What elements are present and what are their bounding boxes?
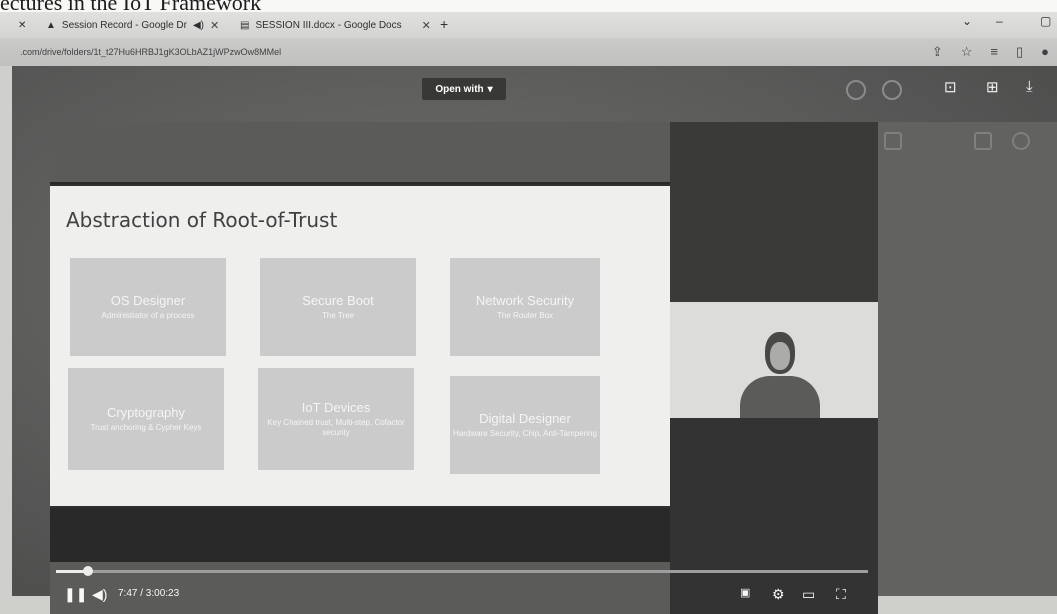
close-tab-icon[interactable]: ✕ xyxy=(210,19,219,32)
progress-bar[interactable] xyxy=(56,566,868,576)
browser-tab-bar: ✕ ▲ Session Record - Google Dr ◀) ✕ ▤ SE… xyxy=(0,12,1057,38)
card-title: Cryptography xyxy=(106,404,186,420)
speaker-icon: ◀) xyxy=(192,19,204,31)
progress-knob[interactable] xyxy=(83,566,94,576)
open-with-label: Open with xyxy=(435,83,484,95)
captions-icon[interactable]: ▣ xyxy=(740,586,750,599)
card-subtitle: Trust anchoring & Cypher Keys xyxy=(90,422,202,432)
dim-panel-icon xyxy=(1012,132,1030,150)
slide-title: Abstraction of Root-of-Trust xyxy=(66,208,338,232)
video-controls: ❚❚ ◀) 7:47 / 3:00:23 ▣ ⚙ ▭ ⛶ xyxy=(50,562,878,614)
dimmed-side-panel xyxy=(878,122,1057,596)
share-icon[interactable]: ⇪ xyxy=(932,44,943,60)
fullscreen-icon[interactable]: ⛶ xyxy=(836,586,846,603)
slide-card: Digital Designer Hardware Security, Chip… xyxy=(450,376,600,474)
video-time: 7:47 / 3:00:23 xyxy=(118,588,180,599)
card-title: Secure Boot xyxy=(302,292,374,308)
slide-card: IoT Devices Key Chained trust, Multi-ste… xyxy=(258,368,414,470)
presenter-body xyxy=(740,376,820,418)
card-subtitle: The Tree xyxy=(321,310,354,320)
drive-icon: ▲ xyxy=(46,19,56,31)
video-top-area xyxy=(50,122,670,182)
pause-icon[interactable]: ❚❚ xyxy=(64,586,87,603)
star-icon[interactable]: ☆ xyxy=(961,44,973,60)
presentation-slide: Abstraction of Root-of-Trust OS Designer… xyxy=(50,184,670,508)
dim-panel-icon xyxy=(884,132,902,150)
tab-label: Session Record - Google Dr xyxy=(61,19,187,31)
card-title: OS Designer xyxy=(110,292,186,308)
add-to-drive-icon[interactable]: ⊡ xyxy=(944,78,957,96)
card-title: Network Security xyxy=(475,292,575,308)
volume-icon[interactable]: ◀) xyxy=(92,586,107,603)
close-tab-icon[interactable]: ✕ xyxy=(422,19,431,32)
docs-icon: ▤ xyxy=(240,19,250,31)
close-tab-icon[interactable]: ✕ xyxy=(18,16,26,34)
video-player[interactable]: Abstraction of Root-of-Trust OS Designer… xyxy=(50,122,878,614)
slide-card: OS Designer Administrator of a process xyxy=(70,258,226,356)
drive-file-viewer: Open with ▾ ⊡ ⊞ ⤓ Abstraction of Root-of… xyxy=(12,66,1057,614)
reading-list-icon[interactable]: ≡ xyxy=(990,44,998,60)
settings-gear-icon[interactable]: ⚙ xyxy=(772,586,785,603)
presenter-face xyxy=(770,342,790,370)
dim-control-icon xyxy=(882,80,902,100)
side-panel-icon[interactable]: ▯ xyxy=(1016,44,1023,60)
video-side-panel xyxy=(670,122,878,302)
dim-control-icon xyxy=(846,80,866,100)
download-icon[interactable]: ⤓ xyxy=(1026,78,1033,95)
tab-session-record[interactable]: ▲ Session Record - Google Dr ◀) ✕ xyxy=(46,16,219,34)
maximize-icon[interactable]: ▢ xyxy=(1040,14,1051,28)
address-bar-icons: ⇪ ☆ ≡ ▯ ● xyxy=(932,44,1049,60)
chevron-down-icon: ▾ xyxy=(487,83,493,95)
slide-card: Secure Boot The Tree xyxy=(260,258,416,356)
card-title: IoT Devices xyxy=(301,399,371,415)
tab-search-chevron-icon[interactable]: ⌄ xyxy=(962,14,972,28)
open-new-window-icon[interactable]: ⊞ xyxy=(986,78,999,96)
card-title: Digital Designer xyxy=(479,410,571,426)
slide-card: Cryptography Trust anchoring & Cypher Ke… xyxy=(68,368,224,470)
dim-panel-icon xyxy=(974,132,992,150)
card-subtitle: Administrator of a process xyxy=(101,310,195,320)
tab-label: SESSION III.docx - Google Docs xyxy=(255,19,402,31)
address-bar: .com/drive/folders/1t_t27Hu6HRBJ1gK3OLbA… xyxy=(0,38,1057,66)
url-field[interactable]: .com/drive/folders/1t_t27Hu6HRBJ1gK3OLbA… xyxy=(20,47,281,57)
slide-card: Network Security The Router Box xyxy=(450,258,600,356)
tab-session-docx[interactable]: ▤ SESSION III.docx - Google Docs ✕ xyxy=(240,16,431,34)
open-with-button[interactable]: Open with ▾ xyxy=(422,78,506,100)
new-tab-icon[interactable]: + xyxy=(440,16,448,32)
card-subtitle: Key Chained trust, Multi-step, Cofactor … xyxy=(267,417,405,437)
profile-avatar[interactable]: ● xyxy=(1041,44,1049,60)
miniplayer-icon[interactable]: ▭ xyxy=(802,586,815,603)
card-subtitle: The Router Box xyxy=(496,310,554,320)
presenter-webcam xyxy=(670,302,878,418)
card-subtitle: Hardware Security, Chip, Anti-Tampering xyxy=(453,428,597,438)
minimize-icon[interactable]: – xyxy=(996,14,1003,28)
